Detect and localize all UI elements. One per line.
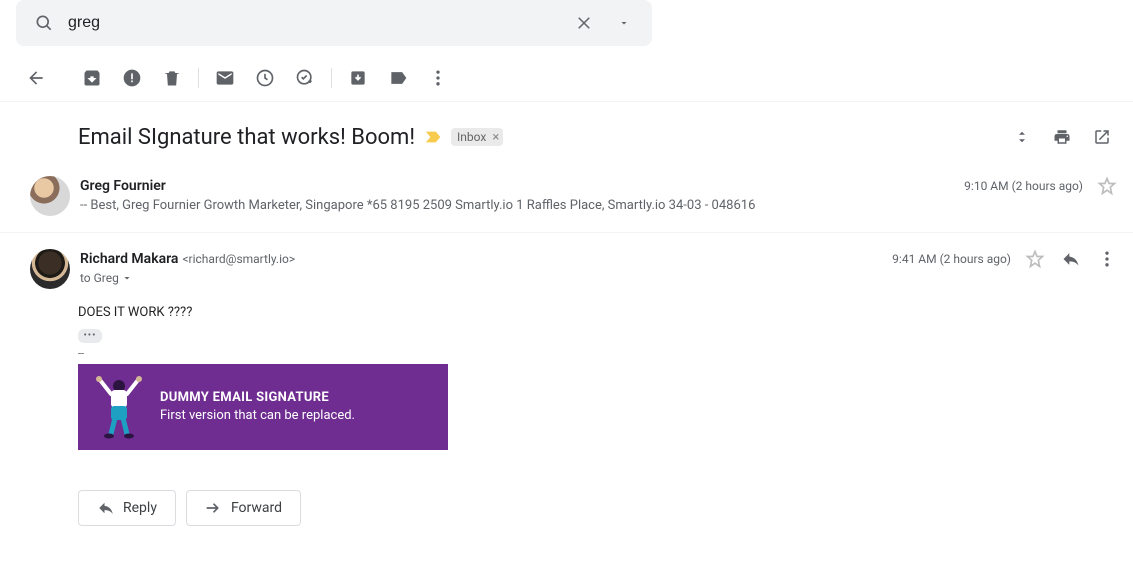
search-input[interactable]	[64, 14, 564, 32]
label-chip-text: Inbox	[457, 130, 486, 144]
signature-subtitle: First version that can be replaced.	[160, 407, 355, 425]
add-to-tasks-button[interactable]	[285, 58, 325, 98]
expanded-message-header: Richard Makara <richard@smartly.io> 9:41…	[0, 233, 1133, 297]
move-to-button[interactable]	[338, 58, 378, 98]
email-body-text: DOES IT WORK ????	[78, 305, 1117, 320]
show-trimmed-content-button[interactable]: •••	[78, 329, 102, 343]
email-subject: Email SIgnature that works! Boom!	[78, 125, 415, 150]
search-icon[interactable]	[24, 3, 64, 43]
sender-email: <richard@smartly.io>	[182, 252, 295, 266]
email-signature: DUMMY EMAIL SIGNATURE First version that…	[78, 364, 448, 450]
label-chip-inbox[interactable]: Inbox ×	[451, 128, 503, 146]
message-snippet: -- Best, Greg Fournier Growth Marketer, …	[80, 198, 1117, 213]
archive-button[interactable]	[72, 58, 112, 98]
subject-row: Email SIgnature that works! Boom! Inbox …	[0, 102, 1133, 160]
star-button[interactable]	[1025, 249, 1045, 269]
toolbar-separator	[331, 68, 332, 88]
mark-unread-button[interactable]	[205, 58, 245, 98]
message-time: 9:10 AM (2 hours ago)	[964, 179, 1083, 193]
forward-button[interactable]: Forward	[186, 490, 301, 526]
star-button[interactable]	[1097, 176, 1117, 196]
reply-icon-button[interactable]	[1061, 249, 1081, 269]
collapsed-message[interactable]: Greg Fournier 9:10 AM (2 hours ago) -- B…	[0, 160, 1133, 233]
labels-button[interactable]	[378, 58, 418, 98]
reply-button[interactable]: Reply	[78, 490, 176, 526]
forward-button-label: Forward	[231, 500, 282, 516]
search-bar[interactable]	[16, 0, 652, 46]
important-marker-icon[interactable]	[425, 130, 443, 144]
search-options-dropdown-icon[interactable]	[604, 3, 644, 43]
signature-separator: --	[78, 347, 1117, 360]
more-button[interactable]	[418, 58, 458, 98]
recipient-line[interactable]: to Greg	[80, 271, 1117, 285]
reply-forward-bar: Reply Forward	[0, 450, 1133, 546]
report-spam-button[interactable]	[112, 58, 152, 98]
more-icon-button[interactable]	[1097, 249, 1117, 269]
expand-all-button[interactable]	[1007, 122, 1037, 152]
delete-button[interactable]	[152, 58, 192, 98]
toolbar	[0, 54, 1133, 102]
signature-title: DUMMY EMAIL SIGNATURE	[160, 389, 355, 407]
sender-name: Richard Makara	[80, 251, 178, 267]
email-body: DOES IT WORK ???? ••• -- DUMMY EMAIL SIG…	[0, 297, 1133, 450]
print-button[interactable]	[1047, 122, 1077, 152]
back-button[interactable]	[16, 58, 56, 98]
reply-button-label: Reply	[123, 500, 157, 516]
snooze-button[interactable]	[245, 58, 285, 98]
signature-illustration	[94, 374, 144, 440]
avatar	[30, 176, 70, 216]
toolbar-separator	[198, 68, 199, 88]
open-new-window-button[interactable]	[1087, 122, 1117, 152]
recipient-text: to Greg	[80, 271, 119, 285]
show-details-icon[interactable]	[121, 272, 133, 284]
avatar	[30, 249, 70, 289]
clear-search-icon[interactable]	[564, 3, 604, 43]
message-time: 9:41 AM (2 hours ago)	[892, 252, 1011, 266]
sender-name: Greg Fournier	[80, 178, 166, 194]
remove-label-icon[interactable]: ×	[490, 130, 501, 145]
